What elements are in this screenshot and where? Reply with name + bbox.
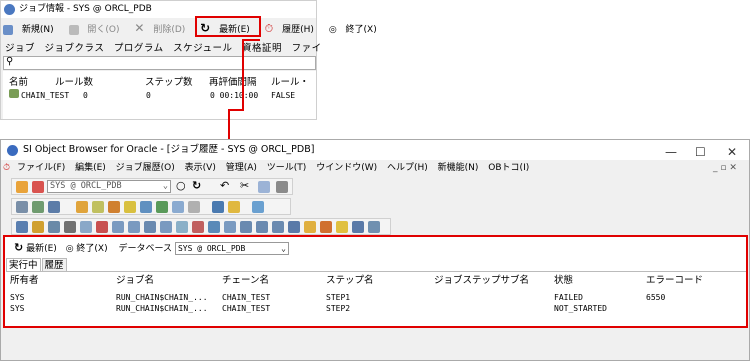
function-toolbar [11, 218, 391, 235]
paste-icon[interactable] [276, 181, 288, 193]
lock-icon[interactable] [224, 221, 236, 233]
view-icon[interactable] [108, 201, 120, 213]
menu-view[interactable]: 表示(V) [185, 163, 216, 173]
table-icon[interactable] [92, 201, 104, 213]
session-icon[interactable] [208, 221, 220, 233]
config-icon[interactable] [320, 221, 332, 233]
schema-icon[interactable] [212, 201, 224, 213]
schema-diff-icon[interactable] [176, 221, 188, 233]
print-icon[interactable] [64, 221, 76, 233]
close-icon[interactable]: ✕ [727, 142, 737, 162]
user-icon[interactable] [76, 201, 88, 213]
history-doc-icon: ⏱ [3, 163, 11, 173]
diff-icon[interactable] [160, 221, 172, 233]
chevron-down-icon: ⌄ [162, 181, 168, 191]
sql-icon[interactable] [16, 201, 28, 213]
help-icon[interactable] [368, 221, 380, 233]
minimize-icon[interactable]: — [665, 142, 677, 162]
table-spec-icon[interactable] [288, 221, 300, 233]
doc-icon[interactable] [48, 221, 60, 233]
menu-ob[interactable]: OBトコ(I) [488, 163, 529, 173]
list-icon[interactable] [16, 221, 28, 233]
grid-icon[interactable] [32, 201, 44, 213]
circle-icon[interactable]: ○ [176, 179, 186, 192]
panel-icon[interactable] [352, 221, 364, 233]
menu-new-features[interactable]: 新機能(N) [438, 163, 479, 173]
connect-icon[interactable] [16, 181, 28, 193]
menu-help[interactable]: ヘルプ(H) [387, 163, 428, 173]
mdi-controls[interactable]: _ ▫ ✕ [713, 161, 737, 176]
connection-select[interactable]: SYS @ ORCL_PDB ⌄ [47, 180, 171, 193]
object-toolbar [11, 198, 291, 215]
maximize-icon[interactable]: ☐ [695, 142, 706, 162]
menu-job-history[interactable]: ジョブ履歴(O) [116, 163, 175, 173]
disconnect-icon[interactable] [32, 181, 44, 193]
explain-icon[interactable] [256, 221, 268, 233]
connection-toolbar: SYS @ ORCL_PDB ⌄ ○ ↻ ↶ ✂ [11, 178, 293, 195]
wizard-icon[interactable] [304, 221, 316, 233]
copy-icon[interactable] [258, 181, 270, 193]
app-icon [7, 145, 18, 156]
menu-window[interactable]: ウインドウ(W) [316, 163, 377, 173]
menu-file[interactable]: ファイル(F) [17, 163, 65, 173]
key-icon[interactable] [32, 221, 44, 233]
main-title-bar: SI Object Browser for Oracle - [ジョブ履歴 - … [1, 140, 749, 160]
seq-icon[interactable] [80, 221, 92, 233]
menu-bar: ⏱ ファイル(F) 編集(E) ジョブ履歴(O) 表示(V) 管理(A) ツール… [1, 161, 749, 176]
trigger-icon[interactable] [188, 201, 200, 213]
job-history-icon[interactable] [192, 221, 204, 233]
menu-edit[interactable]: 編集(E) [75, 163, 106, 173]
window-title: SI Object Browser for Oracle - [ジョブ履歴 - … [23, 144, 315, 155]
stat-icon[interactable] [240, 221, 252, 233]
tools-icon[interactable] [252, 201, 264, 213]
calendar-icon[interactable] [96, 221, 108, 233]
db-icon[interactable] [140, 201, 152, 213]
menu-admin[interactable]: 管理(A) [226, 163, 257, 173]
refresh-icon[interactable]: ↻ [192, 179, 201, 192]
index-icon[interactable] [124, 201, 136, 213]
menu-tools[interactable]: ツール(T) [267, 163, 307, 173]
cut-icon[interactable]: ✂ [240, 179, 249, 192]
report-icon[interactable] [272, 221, 284, 233]
row-icon[interactable] [128, 221, 140, 233]
memo-icon[interactable] [336, 221, 348, 233]
panel-highlight [3, 235, 748, 328]
column-icon[interactable] [112, 221, 124, 233]
window-icon[interactable] [48, 201, 60, 213]
export-icon[interactable] [228, 201, 240, 213]
compare-icon[interactable] [144, 221, 156, 233]
procedure-icon[interactable] [172, 201, 184, 213]
undo-icon[interactable]: ↶ [220, 179, 229, 192]
package-icon[interactable] [156, 201, 168, 213]
